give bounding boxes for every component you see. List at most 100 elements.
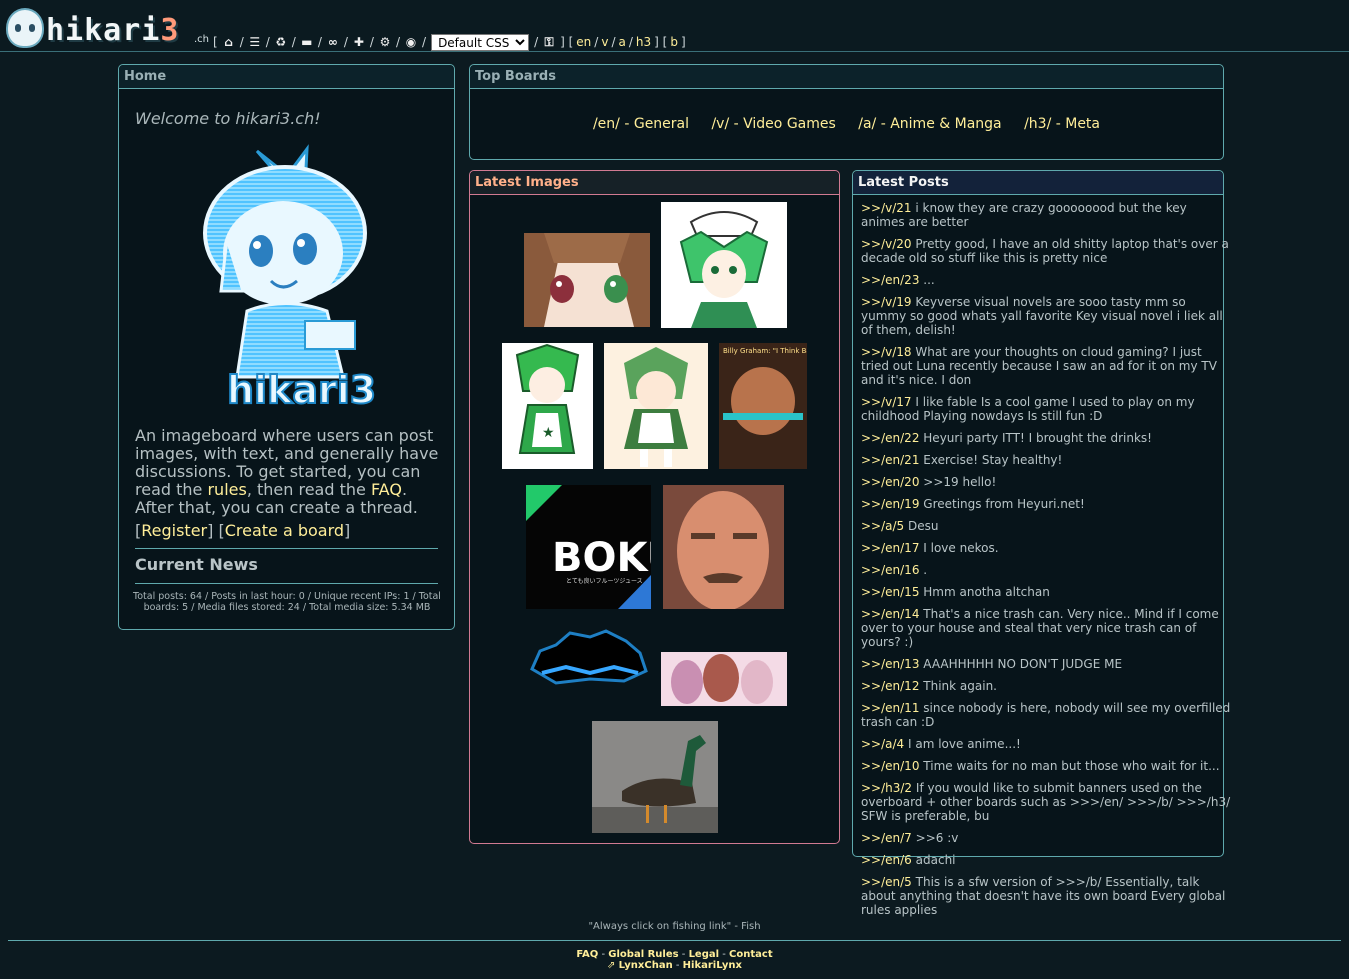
- latest-post-item[interactable]: >>/en/22 Heyuri party ITT! I brought the…: [861, 431, 1231, 445]
- latest-post-item[interactable]: >>/v/21 i know they are crazy goooooood …: [861, 201, 1231, 229]
- thumbnail-maid-girl-cat[interactable]: [604, 343, 708, 469]
- latest-post-item[interactable]: >>/v/19 Keyverse visual novels are sooo …: [861, 295, 1231, 337]
- nav-board-a[interactable]: a: [619, 35, 626, 49]
- thumbnail-anime-girl-face[interactable]: [524, 233, 650, 327]
- thumbnail-duck-on-road[interactable]: [592, 721, 718, 833]
- latest-post-item[interactable]: >>/en/12 Think again.: [861, 679, 1231, 693]
- footer-lynxchan-link[interactable]: LynxChan: [619, 960, 673, 971]
- nav-board-en[interactable]: en: [576, 35, 591, 49]
- thumbnail-billy-graham-poster[interactable]: Billy Graham: "I Think Backlund Is Queer…: [719, 343, 807, 469]
- post-ref-link[interactable]: >>/en/21: [861, 453, 919, 467]
- css-style-select[interactable]: Default CSS: [431, 33, 530, 51]
- post-excerpt: If you would like to submit banners used…: [861, 781, 1231, 823]
- register-link[interactable]: Register: [141, 521, 207, 540]
- latest-post-item[interactable]: >>/h3/2 If you would like to submit bann…: [861, 781, 1231, 823]
- post-excerpt: I love nekos.: [923, 541, 999, 555]
- footer-global-rules-link[interactable]: Global Rules: [608, 949, 678, 960]
- footer-faq-link[interactable]: FAQ: [576, 949, 598, 960]
- latest-post-item[interactable]: >>/v/20 Pretty good, I have an old shitt…: [861, 237, 1231, 265]
- thumbnail-anime-group[interactable]: [661, 652, 787, 706]
- footer-hikarilynx-link[interactable]: HikariLynx: [683, 960, 742, 971]
- svg-text:hikari3: hikari3: [227, 368, 376, 411]
- post-ref-link[interactable]: >>/en/11: [861, 701, 919, 715]
- post-ref-link[interactable]: >>/h3/2: [861, 781, 912, 795]
- nav-board-b[interactable]: b: [670, 35, 678, 49]
- post-ref-link[interactable]: >>/en/20: [861, 475, 919, 489]
- post-excerpt: This is a sfw version of >>>/b/ Essentia…: [861, 875, 1226, 917]
- post-ref-link[interactable]: >>/v/20: [861, 237, 912, 251]
- post-ref-link[interactable]: >>/en/7: [861, 831, 912, 845]
- key-icon[interactable]: ⚿: [541, 35, 557, 49]
- faq-link[interactable]: FAQ: [371, 480, 402, 499]
- latest-post-item[interactable]: >>/en/17 I love nekos.: [861, 541, 1231, 555]
- thumbnail-boku-album[interactable]: BOKUとても良いフルーツジュース: [526, 485, 651, 609]
- post-ref-link[interactable]: >>/en/22: [861, 431, 919, 445]
- latest-post-item[interactable]: >>/en/15 Hmm anotha altchan: [861, 585, 1231, 599]
- latest-post-item[interactable]: >>/a/5 Desu: [861, 519, 1231, 533]
- latest-post-item[interactable]: >>/en/21 Exercise! Stay healthy!: [861, 453, 1231, 467]
- home-panel: Home Welcome to hikari3.ch! hikari3 An i…: [118, 64, 455, 630]
- thumbnail-green-maid-chibi[interactable]: ★: [502, 343, 593, 469]
- post-excerpt: Keyverse visual novels are sooo tasty mm…: [861, 295, 1223, 337]
- list-icon[interactable]: ☰: [247, 35, 263, 49]
- latest-post-item[interactable]: >>/en/7 >>6 :v: [861, 831, 1231, 845]
- post-ref-link[interactable]: >>/en/13: [861, 657, 919, 671]
- nav-board-h3[interactable]: h3: [636, 35, 651, 49]
- post-ref-link[interactable]: >>/en/14: [861, 607, 919, 621]
- gear-icon[interactable]: ⚙: [377, 35, 393, 49]
- latest-post-item[interactable]: >>/en/6 adachi: [861, 853, 1231, 867]
- latest-posts-panel: Latest Posts >>/v/21 i know they are cra…: [852, 170, 1230, 917]
- board-link-h3[interactable]: /h3/ - Meta: [1024, 116, 1100, 132]
- post-ref-link[interactable]: >>/en/23: [861, 273, 919, 287]
- footer-contact-link[interactable]: Contact: [729, 949, 773, 960]
- post-ref-link[interactable]: >>/v/17: [861, 395, 912, 409]
- post-ref-link[interactable]: >>/en/10: [861, 759, 919, 773]
- post-ref-link[interactable]: >>/a/5: [861, 519, 904, 533]
- latest-post-item[interactable]: >>/en/23 ...: [861, 273, 1231, 287]
- post-ref-link[interactable]: >>/v/21: [861, 201, 912, 215]
- welcome-text: Welcome to hikari3.ch!: [135, 109, 321, 128]
- latest-post-item[interactable]: >>/en/19 Greetings from Heyuri.net!: [861, 497, 1231, 511]
- footer-legal-link[interactable]: Legal: [689, 949, 720, 960]
- post-ref-link[interactable]: >>/en/12: [861, 679, 919, 693]
- thumbnail-pixel-cloud[interactable]: [526, 627, 651, 689]
- create-board-link[interactable]: Create a board: [225, 521, 344, 540]
- briefcase-icon[interactable]: ▬: [299, 35, 315, 49]
- board-link-v[interactable]: /v/ - Video Games: [711, 116, 835, 132]
- board-link-a[interactable]: /a/ - Anime & Manga: [858, 116, 1001, 132]
- logo-mascot-icon: [6, 8, 44, 48]
- latest-post-item[interactable]: >>/en/13 AAAHHHHH NO DON'T JUDGE ME: [861, 657, 1231, 671]
- eye-icon[interactable]: ◉: [403, 35, 419, 49]
- post-excerpt: >>6 :v: [915, 831, 959, 845]
- latest-post-item[interactable]: >>/a/4 I am love anime...!: [861, 737, 1231, 751]
- thumbnail-green-hair-maid[interactable]: [661, 202, 787, 328]
- recycle-icon[interactable]: ♻: [273, 35, 289, 49]
- home-icon[interactable]: ⌂: [221, 35, 237, 49]
- site-logo[interactable]: hikari3 .ch: [2, 4, 212, 50]
- post-excerpt: Desu: [908, 519, 939, 533]
- post-ref-link[interactable]: >>/v/19: [861, 295, 912, 309]
- post-ref-link[interactable]: >>/en/5: [861, 875, 912, 889]
- post-ref-link[interactable]: >>/a/4: [861, 737, 904, 751]
- thumbnail-3d-man-face[interactable]: [663, 485, 784, 609]
- latest-post-item[interactable]: >>/en/5 This is a sfw version of >>>/b/ …: [861, 875, 1231, 917]
- post-ref-link[interactable]: >>/en/19: [861, 497, 919, 511]
- plus-icon[interactable]: ✚: [351, 35, 367, 49]
- post-ref-link[interactable]: >>/en/17: [861, 541, 919, 555]
- latest-post-item[interactable]: >>/en/14 That's a nice trash can. Very n…: [861, 607, 1231, 649]
- rules-link[interactable]: rules: [207, 480, 246, 499]
- post-ref-link[interactable]: >>/en/16: [861, 563, 919, 577]
- post-ref-link[interactable]: >>/v/18: [861, 345, 912, 359]
- home-panel-title: Home: [119, 65, 454, 89]
- nav-board-v[interactable]: v: [601, 35, 608, 49]
- latest-post-item[interactable]: >>/en/20 >>19 hello!: [861, 475, 1231, 489]
- latest-post-item[interactable]: >>/en/10 Time waits for no man but those…: [861, 759, 1231, 773]
- board-link-en[interactable]: /en/ - General: [593, 116, 689, 132]
- post-ref-link[interactable]: >>/en/15: [861, 585, 919, 599]
- latest-post-item[interactable]: >>/v/18 What are your thoughts on cloud …: [861, 345, 1231, 387]
- infinity-icon[interactable]: ∞: [325, 35, 341, 49]
- latest-post-item[interactable]: >>/en/16 .: [861, 563, 1231, 577]
- latest-post-item[interactable]: >>/v/17 I like fable Is a cool game I us…: [861, 395, 1231, 423]
- latest-post-item[interactable]: >>/en/11 since nobody is here, nobody wi…: [861, 701, 1231, 729]
- post-ref-link[interactable]: >>/en/6: [861, 853, 912, 867]
